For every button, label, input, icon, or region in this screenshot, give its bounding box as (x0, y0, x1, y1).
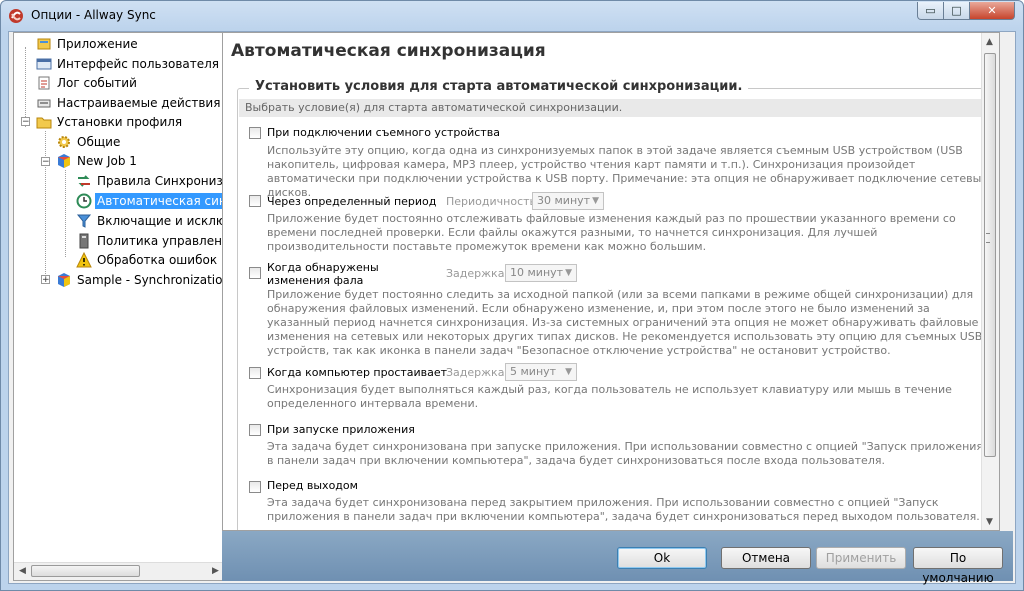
option-label[interactable]: Через определенный период (267, 195, 436, 208)
page-title: Автоматическая синхронизация (231, 41, 546, 61)
group-title: Установить условия для старта автоматиче… (249, 79, 749, 94)
options-tree[interactable]: Приложение Интерфейс пользователя Лог со… (13, 32, 226, 581)
option-description: Эта задача будет синхронизована перед за… (267, 496, 980, 523)
sync-arrows-icon (76, 173, 92, 189)
tree-line (25, 47, 26, 127)
tree-item-application[interactable]: Приложение (36, 34, 138, 53)
chevron-down-icon: ▼ (565, 367, 572, 377)
option-description: Приложение будет постоянно следить за ис… (267, 288, 983, 357)
tree-item-custom-actions[interactable]: Настраиваемые действия (36, 93, 220, 112)
app-icon (36, 36, 52, 52)
option-label[interactable]: При запуске приложения (267, 423, 415, 436)
button-bar: Ok Отмена Применить По умолчанию (222, 531, 1013, 585)
option-label[interactable]: При подключении съемного устройства (267, 126, 500, 139)
idle-delay-value: 5 минут (510, 365, 557, 378)
allway-sync-logo-icon (9, 9, 23, 23)
option-description: Синхронизация будет выполняться каждый р… (267, 383, 952, 410)
checkbox-idle[interactable] (249, 367, 261, 379)
delay-value: 10 минут (510, 266, 564, 279)
tree-item-new-job-1[interactable]: New Job 1 (56, 151, 137, 170)
options-window: Опции - Allway Sync ▭ □ ✕ Приложение Инт… (0, 0, 1024, 591)
tree-item-general[interactable]: Общие (56, 132, 120, 151)
collapse-toggle[interactable]: − (41, 157, 50, 167)
log-icon (36, 75, 52, 91)
clock-icon (76, 193, 92, 209)
tree-line (45, 131, 46, 276)
close-icon: ✕ (987, 4, 997, 17)
tree-item-event-log[interactable]: Лог событий (36, 73, 137, 92)
interval-dropdown[interactable]: 30 минут ▼ (532, 192, 604, 210)
filter-icon (76, 213, 92, 229)
dialog-body: Приложение Интерфейс пользователя Лог со… (8, 31, 1016, 585)
tree-item-error-handling[interactable]: Обработка ошибок (76, 250, 217, 269)
chevron-down-icon: ▼ (565, 268, 572, 278)
tree-item-auto-sync[interactable]: Автоматическая синхр (76, 191, 225, 210)
scrollbar-thumb[interactable] (984, 53, 996, 457)
option-label[interactable]: Перед выходом (267, 479, 358, 492)
scroll-down-icon[interactable]: ▼ (986, 517, 993, 527)
delay-label: Задержка: (446, 267, 509, 280)
cancel-button[interactable]: Отмена (721, 547, 811, 569)
tree-item-profile-settings[interactable]: Установки профиля (36, 112, 182, 131)
scroll-left-icon[interactable]: ◀ (19, 566, 26, 576)
tree-item-include-exclude[interactable]: Включащие и исключа (76, 211, 225, 230)
apply-button[interactable]: Применить (816, 547, 906, 569)
checkbox-file-changes[interactable] (249, 267, 261, 279)
tree-line (65, 170, 66, 257)
interval-label: Периодичность: (446, 195, 540, 208)
scrollbar-grip-icon (986, 233, 990, 243)
scrollbar-thumb[interactable] (31, 565, 140, 577)
idle-delay-dropdown[interactable]: 5 минут ▼ (505, 363, 577, 381)
maximize-icon: □ (951, 4, 962, 17)
job-cube-icon (56, 272, 72, 288)
minimize-icon: ▭ (925, 4, 936, 17)
job-cube-icon (56, 153, 72, 169)
option-label[interactable]: Когда обнаружены изменения фала (267, 261, 437, 287)
profile-folder-icon (36, 114, 52, 130)
window-title: Опции - Allway Sync (31, 8, 156, 22)
scroll-up-icon[interactable]: ▲ (986, 37, 993, 47)
checkbox-periodic[interactable] (249, 195, 261, 207)
tree-item-sync-rules[interactable]: Правила Синхронизац (76, 171, 225, 190)
close-button[interactable]: ✕ (969, 2, 1015, 20)
tree-horizontal-scrollbar[interactable]: ◀ ▶ (14, 562, 225, 580)
actions-icon (36, 95, 52, 111)
scroll-right-icon[interactable]: ▶ (212, 566, 219, 576)
tree-item-file-policy[interactable]: Политика управления (76, 231, 225, 250)
ok-button[interactable]: Ok (617, 547, 707, 569)
expand-toggle[interactable]: + (41, 275, 50, 285)
ui-icon (36, 56, 52, 72)
checkbox-before-exit[interactable] (249, 481, 261, 493)
warning-icon (76, 251, 92, 268)
option-description: Эта задача будет синхронизована при запу… (267, 440, 984, 467)
collapse-toggle[interactable]: − (21, 117, 30, 127)
idle-delay-label: Задержка: (446, 366, 509, 379)
option-description: Используйте эту опцию, когда одна из син… (267, 144, 988, 199)
minimize-button[interactable]: ▭ (917, 2, 944, 20)
interval-value: 30 минут (537, 194, 591, 207)
option-label[interactable]: Когда компьютер простаивает (267, 366, 447, 379)
content-vertical-scrollbar[interactable]: ▲ ▼ (981, 33, 999, 530)
gear-icon (56, 134, 72, 150)
file-change-delay-dropdown[interactable]: 10 минут ▼ (505, 264, 577, 282)
checkbox-removable-device[interactable] (249, 127, 261, 139)
option-description: Приложение будет постоянно отслеживать ф… (267, 212, 956, 253)
title-bar[interactable]: Опции - Allway Sync ▭ □ ✕ (1, 1, 1023, 31)
tree-item-user-interface[interactable]: Интерфейс пользователя (36, 54, 219, 73)
tree-item-sample-job[interactable]: Sample - Synchronization w (56, 270, 225, 289)
chevron-down-icon: ▼ (592, 196, 599, 206)
file-policy-icon (76, 233, 92, 249)
settings-panel: Автоматическая синхронизация Установить … (222, 32, 1000, 531)
group-hint: Выбрать условие(я) для старта автоматиче… (239, 99, 993, 117)
checkbox-app-start[interactable] (249, 424, 261, 436)
defaults-button[interactable]: По умолчанию (913, 547, 1003, 585)
maximize-button[interactable]: □ (943, 2, 970, 20)
